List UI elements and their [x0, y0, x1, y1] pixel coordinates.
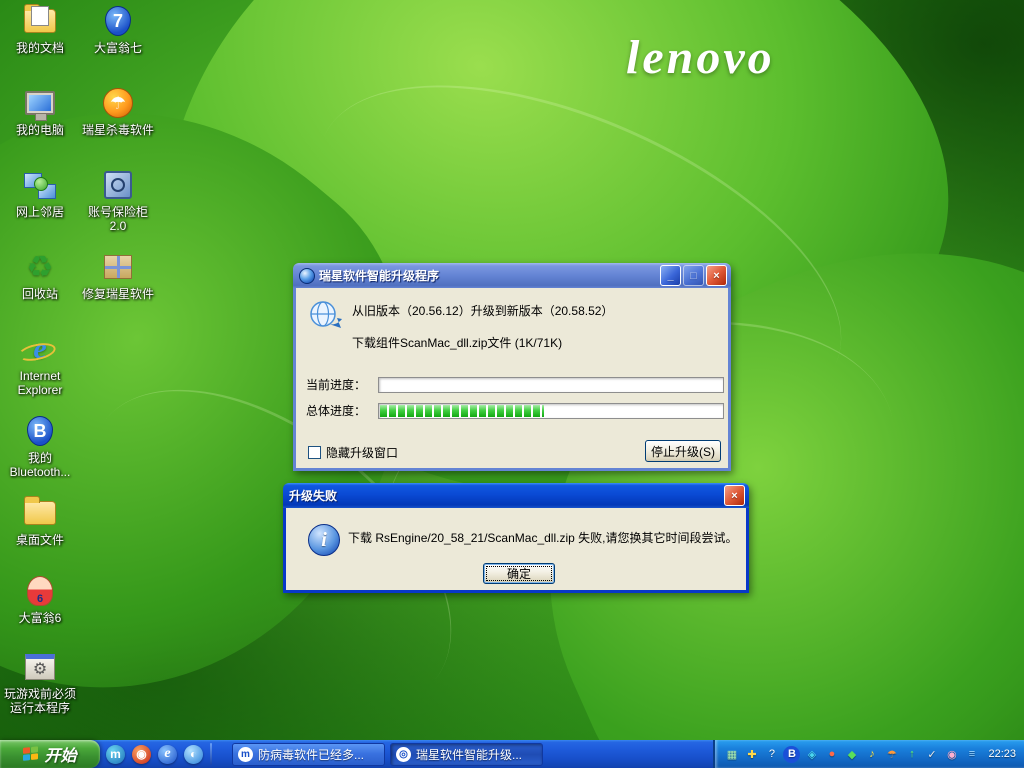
- network-status-tray-icon[interactable]: ◆: [843, 746, 860, 763]
- firewall-tray-icon[interactable]: ◉: [943, 746, 960, 763]
- desktop-icon-bluetooth[interactable]: B 我的 Bluetooth...: [2, 414, 78, 479]
- repair-rising-icon: [100, 250, 136, 284]
- start-button-label: 开始: [44, 742, 76, 766]
- upload-status-tray-icon[interactable]: ↑: [903, 746, 920, 763]
- maximize-button[interactable]: □: [683, 265, 704, 286]
- info-icon: i: [308, 524, 340, 556]
- quick-launch-messenger-icon[interactable]: ◐: [184, 745, 203, 764]
- game6-icon: 6: [22, 574, 58, 608]
- error-dialog-body: i 下载 RsEngine/20_58_21/ScanMac_dll.zip 失…: [283, 508, 749, 593]
- overall-progress-bar: [378, 403, 724, 419]
- current-progress-label: 当前进度：: [306, 376, 378, 393]
- messenger-tray-icon[interactable]: ◈: [803, 746, 820, 763]
- quick-launch-divider: [210, 743, 212, 765]
- taskbar-clock[interactable]: 22:23: [988, 748, 1016, 760]
- desktop-icon-pre-game-program[interactable]: ⚙ 玩游戏前必须 运行本程序: [2, 650, 78, 715]
- overall-progress-fill: [380, 405, 544, 417]
- desktop-icon-desktop-files[interactable]: 桌面文件: [2, 496, 78, 547]
- windows-logo-icon: [23, 746, 39, 762]
- desktop-icon-my-computer[interactable]: 我的电脑: [2, 86, 78, 137]
- taskbar: 开始 m ◉ e ◐ m 防病毒软件已经多... ◎ 瑞星软件智能升级... ▦…: [0, 740, 1024, 768]
- quick-launch: m ◉ e ◐: [106, 740, 212, 768]
- overall-progress-row: 总体进度：: [306, 402, 724, 419]
- hide-window-checkbox[interactable]: [308, 446, 321, 459]
- close-button[interactable]: ×: [706, 265, 727, 286]
- taskbar-button-rising-upgrade[interactable]: ◎ 瑞星软件智能升级...: [390, 743, 543, 766]
- desktop-icon-internet-explorer[interactable]: e Internet Explorer: [2, 332, 78, 397]
- account-safe-icon: [100, 168, 136, 202]
- taskbar-button-antivirus-page[interactable]: m 防病毒软件已经多...: [232, 743, 385, 766]
- error-dialog-titlebar[interactable]: 升级失败 ×: [283, 483, 749, 508]
- quick-launch-media-player-icon[interactable]: ◉: [132, 745, 151, 764]
- update-globe-icon: [308, 298, 344, 334]
- volume-tray-icon[interactable]: ♪: [863, 746, 880, 763]
- upgrade-window: 瑞星软件智能升级程序 _ □ × 从旧版本（20.56.12）升级到新版本（20…: [293, 263, 731, 471]
- rising-antivirus-icon: ☂: [100, 86, 136, 120]
- start-button[interactable]: 开始: [0, 740, 100, 768]
- scheduler-tray-icon[interactable]: ≡: [963, 746, 980, 763]
- error-close-button[interactable]: ×: [724, 485, 745, 506]
- current-progress-row: 当前进度：: [306, 376, 724, 393]
- upgrade-window-body: 从旧版本（20.56.12）升级到新版本（20.58.52） 下载组件ScanM…: [293, 288, 731, 471]
- minimize-button[interactable]: _: [660, 265, 681, 286]
- desktop-icon-game6[interactable]: 6 大富翁6: [2, 574, 78, 625]
- stop-upgrade-button[interactable]: 停止升级(S): [645, 440, 721, 462]
- network-places-icon: [22, 168, 58, 202]
- ok-button[interactable]: 确定: [483, 563, 555, 584]
- download-line: 下载组件ScanMac_dll.zip文件 (1K/71K): [352, 334, 562, 351]
- desktop-icons: 我的文档 7 大富翁七 我的电脑 ☂ 瑞星杀毒软件 网上邻居 账号保险柜 2.0…: [2, 2, 162, 732]
- error-dialog-title: 升级失败: [289, 487, 722, 504]
- quick-launch-internet-explorer-icon[interactable]: e: [158, 745, 177, 764]
- alert-tray-icon[interactable]: ●: [823, 746, 840, 763]
- error-message: 下载 RsEngine/20_58_21/ScanMac_dll.zip 失败,…: [348, 530, 740, 546]
- desktop-icon-my-documents[interactable]: 我的文档: [2, 4, 78, 55]
- internet-explorer-icon: e: [22, 332, 58, 366]
- hide-window-option: 隐藏升级窗口: [308, 444, 398, 461]
- system-tray: ▦ ✚ ? B ◈ ● ◆ ♪ ☂ ↑ ✓ ◉ ≡ 22:23: [713, 740, 1024, 768]
- desktop-icon-repair-rising[interactable]: 修复瑞星软件: [80, 250, 156, 301]
- upgrade-window-icon: [299, 268, 315, 284]
- desktop-icon-network-places[interactable]: 网上邻居: [2, 168, 78, 219]
- current-progress-bar: [378, 377, 724, 393]
- my-computer-icon: [22, 86, 58, 120]
- help-agent-tray-icon[interactable]: ?: [763, 746, 780, 763]
- display-tray-icon[interactable]: ▦: [723, 746, 740, 763]
- task-upgrade-icon: ◎: [396, 747, 411, 762]
- lenovo-logo: lenovo: [626, 30, 775, 85]
- bluetooth-tray-icon[interactable]: B: [783, 746, 800, 763]
- overall-progress-label: 总体进度：: [306, 402, 378, 419]
- upgrade-failed-dialog: 升级失败 × i 下载 RsEngine/20_58_21/ScanMac_dl…: [283, 483, 749, 593]
- desktop-icon-game7[interactable]: 7 大富翁七: [80, 4, 156, 55]
- rising-antivirus-tray-icon[interactable]: ☂: [883, 746, 900, 763]
- bluetooth-icon: B: [22, 414, 58, 448]
- quick-launch-browser-m-icon[interactable]: m: [106, 745, 125, 764]
- hide-window-checkbox-label: 隐藏升级窗口: [326, 444, 398, 461]
- desktop-icon-recycle-bin[interactable]: ♻ 回收站: [2, 250, 78, 301]
- task-browser-icon: m: [238, 747, 253, 762]
- task-done-tray-icon[interactable]: ✓: [923, 746, 940, 763]
- upgrade-window-titlebar[interactable]: 瑞星软件智能升级程序 _ □ ×: [293, 263, 731, 288]
- desktop-icon-account-safe[interactable]: 账号保险柜 2.0: [80, 168, 156, 233]
- version-line: 从旧版本（20.56.12）升级到新版本（20.58.52）: [352, 302, 613, 319]
- my-documents-icon: [22, 4, 58, 38]
- game7-icon: 7: [100, 4, 136, 38]
- input-method-tray-icon[interactable]: ✚: [743, 746, 760, 763]
- desktop-icon-rising-antivirus[interactable]: ☂ 瑞星杀毒软件: [80, 86, 156, 137]
- recycle-bin-icon: ♻: [22, 250, 58, 284]
- desktop: lenovo 我的文档 7 大富翁七 我的电脑 ☂ 瑞星杀毒软件 网上邻居 账号…: [0, 0, 1024, 740]
- desktop-files-icon: [22, 496, 58, 530]
- pre-game-program-icon: ⚙: [22, 650, 58, 684]
- upgrade-window-title: 瑞星软件智能升级程序: [319, 267, 658, 284]
